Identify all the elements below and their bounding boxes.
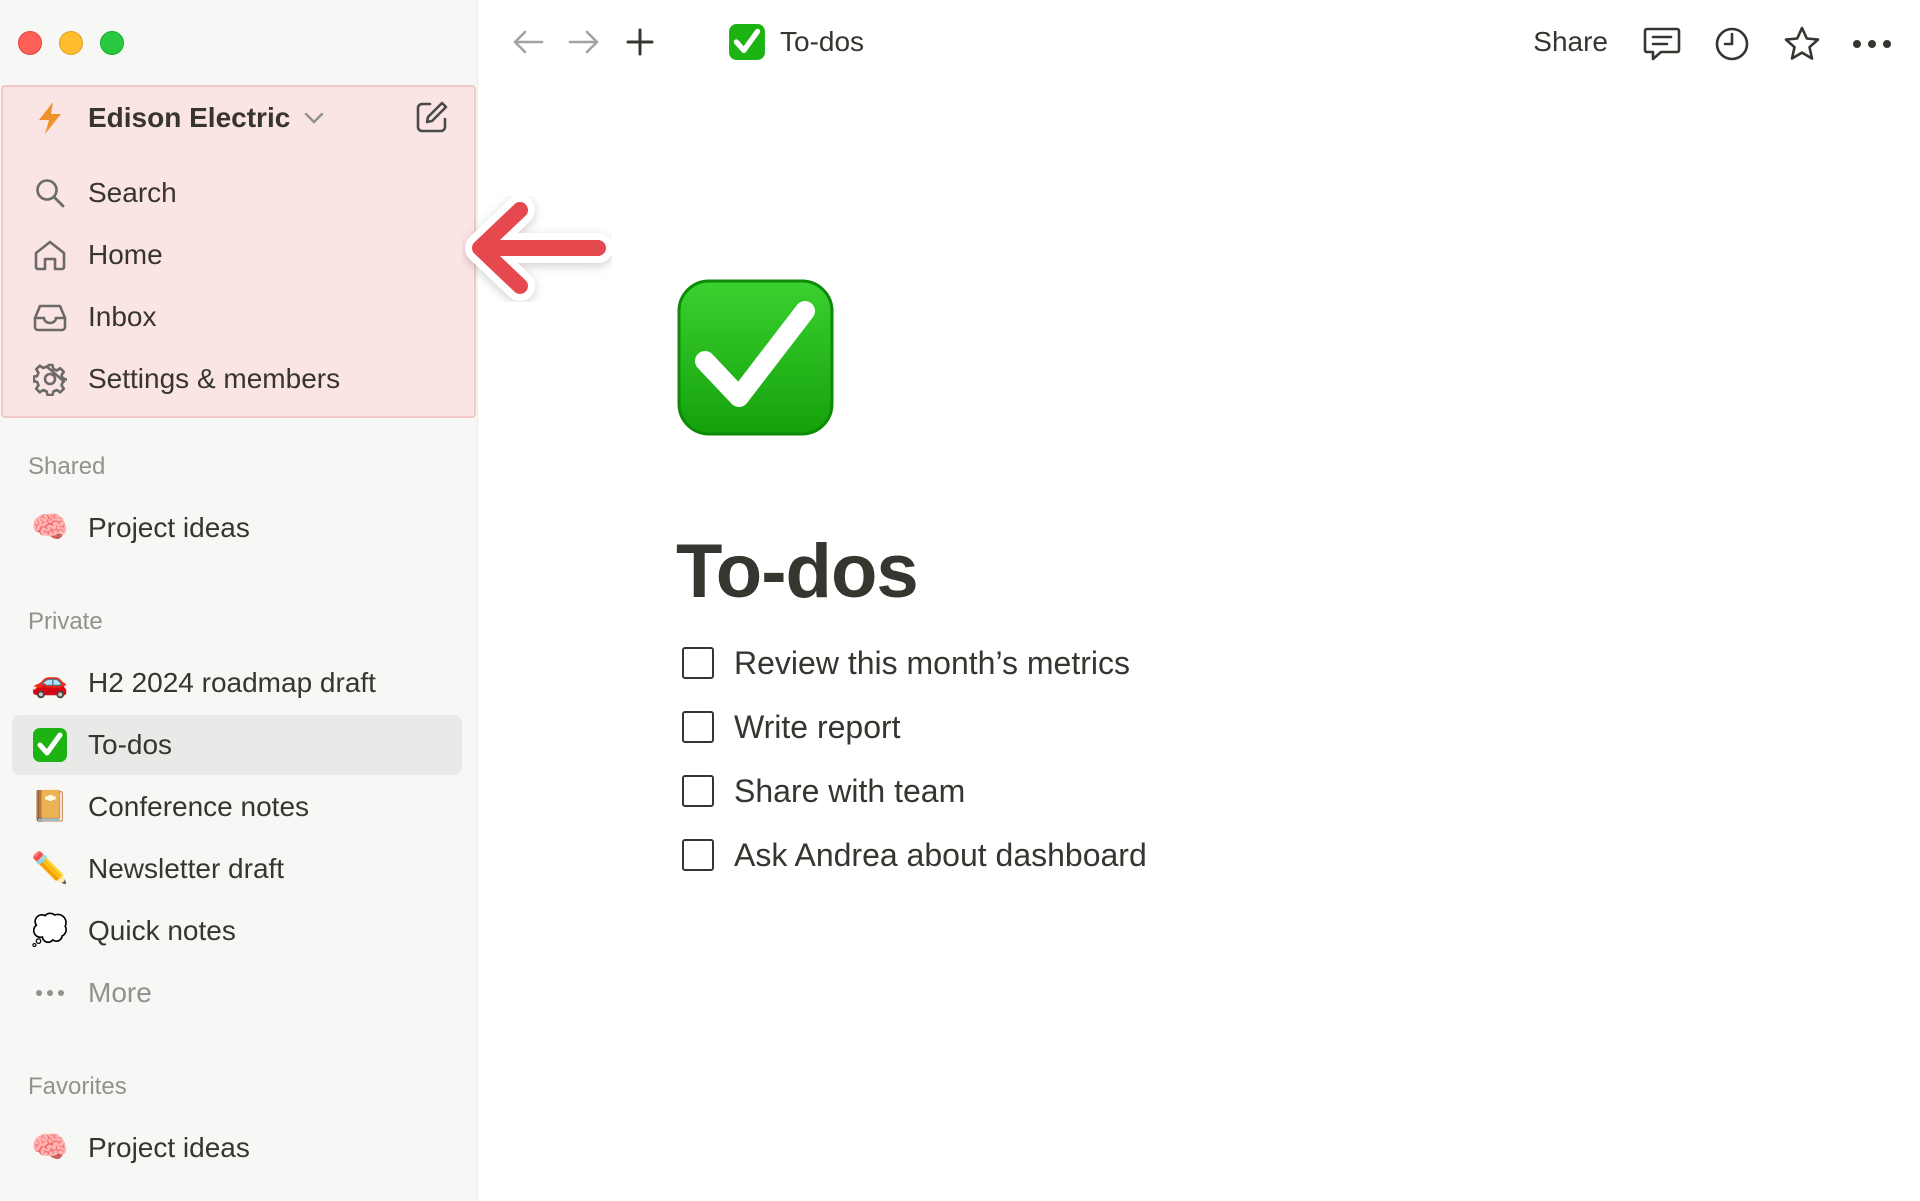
- todo-checkbox[interactable]: [682, 711, 714, 743]
- workspace-name: Edison Electric: [88, 102, 291, 133]
- chevron-down-icon: [304, 107, 324, 130]
- sidebar-item-inbox[interactable]: Inbox: [12, 287, 462, 347]
- sidebar-page-favorite-project-ideas[interactable]: 🧠 Project ideas: [12, 1118, 462, 1178]
- section-header-private: Private: [28, 608, 103, 635]
- notebook-icon: 📔: [31, 790, 69, 823]
- sidebar-page-roadmap[interactable]: 🚗 H2 2024 roadmap draft: [12, 653, 462, 713]
- check-mark-icon: [729, 24, 765, 60]
- todo-text[interactable]: Ask Andrea about dashboard: [734, 837, 1147, 874]
- pencil-icon: ✏️: [31, 852, 69, 885]
- search-icon: [12, 177, 88, 209]
- sidebar-item-label: Search: [88, 177, 177, 208]
- comment-icon[interactable]: [1640, 22, 1684, 66]
- app-window: Edison Electric Search Home Inbox Settin…: [0, 0, 1920, 1201]
- back-arrow-icon[interactable]: [508, 22, 548, 62]
- check-mark-icon: [12, 727, 88, 763]
- todo-checkbox[interactable]: [682, 839, 714, 871]
- sidebar-page-todos[interactable]: To-dos: [12, 715, 462, 775]
- sidebar-item-label: Settings & members: [88, 363, 341, 394]
- topbar: To-dos Share: [478, 0, 1920, 84]
- sidebar-item-settings[interactable]: Settings & members: [12, 349, 462, 409]
- sidebar-item-label: Conference notes: [88, 791, 310, 822]
- close-window-button[interactable]: [18, 31, 42, 55]
- plus-icon[interactable]: [620, 22, 660, 62]
- car-icon: 🚗: [31, 666, 69, 699]
- inbox-icon: [12, 302, 88, 332]
- more-icon: [12, 989, 88, 997]
- brain-icon: 🧠: [31, 1131, 69, 1164]
- gear-icon: [12, 362, 88, 396]
- sidebar-item-label: Project ideas: [88, 512, 250, 543]
- sidebar-item-label: Inbox: [88, 301, 157, 332]
- todo-text[interactable]: Share with team: [734, 773, 965, 810]
- minimize-window-button[interactable]: [59, 31, 83, 55]
- todo-item: Ask Andrea about dashboard: [682, 833, 1147, 877]
- workspace-switcher[interactable]: Edison Electric: [12, 88, 462, 148]
- section-header-shared: Shared: [28, 453, 106, 480]
- breadcrumb-title: To-dos: [780, 26, 865, 57]
- sidebar: Edison Electric Search Home Inbox Settin…: [0, 0, 478, 1201]
- breadcrumb[interactable]: To-dos: [728, 22, 864, 62]
- todo-text[interactable]: Review this month’s metrics: [734, 645, 1130, 682]
- todo-item: Write report: [682, 705, 901, 749]
- window-controls: [18, 31, 124, 55]
- thought-bubble-icon: 💭: [31, 914, 69, 947]
- todo-item: Share with team: [682, 769, 965, 813]
- share-button[interactable]: Share: [1533, 22, 1608, 62]
- brain-icon: 🧠: [31, 511, 69, 544]
- clock-icon[interactable]: [1710, 22, 1754, 66]
- sidebar-item-label: Quick notes: [88, 915, 236, 946]
- sidebar-page-project-ideas[interactable]: 🧠 Project ideas: [12, 498, 462, 558]
- sidebar-item-label: H2 2024 roadmap draft: [88, 667, 376, 698]
- maximize-window-button[interactable]: [100, 31, 124, 55]
- sidebar-item-search[interactable]: Search: [12, 163, 462, 223]
- star-icon[interactable]: [1780, 22, 1824, 66]
- todo-item: Review this month’s metrics: [682, 641, 1130, 685]
- sidebar-page-conference-notes[interactable]: 📔 Conference notes: [12, 777, 462, 837]
- sidebar-item-home[interactable]: Home: [12, 225, 462, 285]
- section-header-favorites: Favorites: [28, 1073, 127, 1100]
- page-title: To-dos: [676, 529, 919, 614]
- sidebar-item-label: More: [88, 977, 152, 1008]
- sidebar-item-label: Home: [88, 239, 163, 270]
- more-icon[interactable]: [1850, 22, 1894, 66]
- callout-arrow-icon: [462, 195, 613, 306]
- lightning-icon: [12, 101, 88, 135]
- sidebar-more-button[interactable]: More: [12, 963, 462, 1023]
- sidebar-item-label: Newsletter draft: [88, 853, 285, 884]
- sidebar-item-label: Project ideas: [88, 1132, 250, 1163]
- forward-arrow-icon[interactable]: [564, 22, 604, 62]
- todo-checkbox[interactable]: [682, 647, 714, 679]
- todo-text[interactable]: Write report: [734, 709, 901, 746]
- home-icon: [12, 239, 88, 271]
- sidebar-page-quick-notes[interactable]: 💭 Quick notes: [12, 901, 462, 961]
- sidebar-item-label: To-dos: [88, 729, 173, 760]
- sidebar-page-newsletter[interactable]: ✏️ Newsletter draft: [12, 839, 462, 899]
- new-page-icon[interactable]: [415, 100, 449, 134]
- todo-checkbox[interactable]: [682, 775, 714, 807]
- page-icon[interactable]: [677, 279, 834, 436]
